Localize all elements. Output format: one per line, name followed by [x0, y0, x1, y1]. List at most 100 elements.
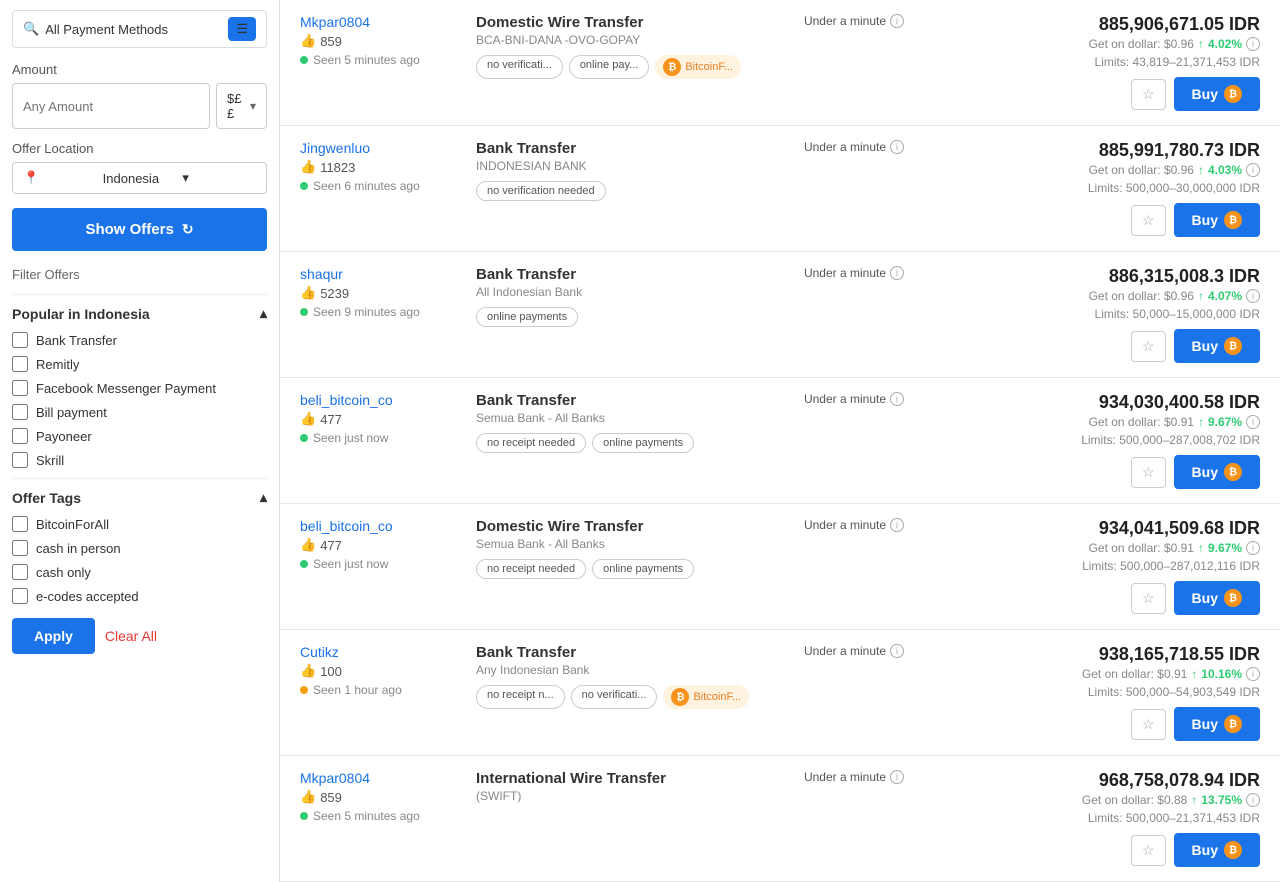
popular-checkbox[interactable] [12, 332, 28, 348]
buy-button[interactable]: Buy ₿ [1174, 77, 1260, 111]
location-dropdown[interactable]: 📍 Indonesia ▾ [12, 162, 267, 194]
limits-text: Limits: 500,000–30,000,000 IDR [940, 181, 1260, 195]
show-offers-button[interactable]: Show Offers ↻ [12, 208, 267, 251]
price-main: 934,030,400.58 IDR [940, 392, 1260, 413]
seen-text: Seen 5 minutes ago [313, 809, 420, 823]
seller-name[interactable]: Cutikz [300, 644, 460, 660]
tag-checkbox[interactable] [12, 516, 28, 532]
seller-name[interactable]: shaqur [300, 266, 460, 282]
apply-button[interactable]: Apply [12, 618, 95, 654]
buy-button[interactable]: Buy ₿ [1174, 455, 1260, 489]
arrow-up-icon: ↑ [1198, 163, 1204, 177]
method-name: Domestic Wire Transfer [476, 518, 768, 535]
method-column: Domestic Wire Transfer Semua Bank - All … [476, 518, 768, 579]
speed-info-icon[interactable]: i [890, 392, 904, 406]
popular-checkbox[interactable] [12, 356, 28, 372]
price-main: 934,041,509.68 IDR [940, 518, 1260, 539]
method-column: International Wire Transfer (SWIFT) [476, 770, 768, 811]
star-button[interactable]: ☆ [1131, 331, 1166, 362]
buy-btn-row: ☆ Buy ₿ [940, 77, 1260, 111]
star-button[interactable]: ☆ [1131, 79, 1166, 110]
price-sub: Get on dollar: $0.91 ↑ 9.67% i [940, 415, 1260, 429]
popular-checkbox-item[interactable]: Facebook Messenger Payment [12, 380, 267, 396]
seen-time: Seen 1 hour ago [300, 683, 460, 697]
popular-section-header[interactable]: Popular in Indonesia ▴ [12, 305, 267, 322]
buy-button[interactable]: Buy ₿ [1174, 203, 1260, 237]
speed-text: Under a minute [804, 518, 886, 532]
buy-button[interactable]: Buy ₿ [1174, 329, 1260, 363]
speed-info-icon[interactable]: i [890, 140, 904, 154]
speed-info-icon[interactable]: i [890, 14, 904, 28]
online-dot [300, 812, 308, 820]
price-info-icon[interactable]: i [1246, 541, 1260, 555]
popular-checkbox-item[interactable]: Remitly [12, 356, 267, 372]
price-info-icon[interactable]: i [1246, 793, 1260, 807]
show-offers-label: Show Offers [85, 221, 173, 238]
seller-name[interactable]: Mkpar0804 [300, 770, 460, 786]
seen-time: Seen just now [300, 431, 460, 445]
price-info-icon[interactable]: i [1246, 37, 1260, 51]
tag-item-label: BitcoinForAll [36, 517, 109, 532]
buy-button[interactable]: Buy ₿ [1174, 707, 1260, 741]
tag-checkbox[interactable] [12, 564, 28, 580]
popular-checkbox-item[interactable]: Bill payment [12, 404, 267, 420]
popular-checkbox[interactable] [12, 428, 28, 444]
limits-text: Limits: 500,000–287,008,702 IDR [940, 433, 1260, 447]
buy-button[interactable]: Buy ₿ [1174, 581, 1260, 615]
tag-checkbox-item[interactable]: cash only [12, 564, 267, 580]
tag-checkbox[interactable] [12, 540, 28, 556]
speed-label: Under a minute i [804, 140, 904, 154]
buy-button[interactable]: Buy ₿ [1174, 833, 1260, 867]
filter-icon-button[interactable]: ☰ [228, 17, 256, 41]
currency-select[interactable]: $££ ▾ [216, 83, 267, 129]
speed-info-icon[interactable]: i [890, 644, 904, 658]
clear-all-button[interactable]: Clear All [105, 628, 157, 644]
speed-column: Under a minute i [784, 266, 924, 280]
method-detail: Semua Bank - All Banks [476, 537, 768, 551]
tag-checkbox-item[interactable]: BitcoinForAll [12, 516, 267, 532]
offer-tag: no receipt needed [476, 559, 586, 579]
price-info-icon[interactable]: i [1246, 163, 1260, 177]
offer-tags-header[interactable]: Offer Tags ▴ [12, 489, 267, 506]
speed-info-icon[interactable]: i [890, 518, 904, 532]
popular-checkbox[interactable] [12, 404, 28, 420]
popular-checkbox-item[interactable]: Bank Transfer [12, 332, 267, 348]
location-label: Offer Location [12, 141, 267, 156]
seller-name[interactable]: Mkpar0804 [300, 14, 460, 30]
popular-checkbox[interactable] [12, 380, 28, 396]
arrow-up-icon: ↑ [1191, 793, 1197, 807]
online-dot [300, 308, 308, 316]
seller-likes: 👍 100 [300, 663, 460, 679]
seller-name[interactable]: beli_bitcoin_co [300, 518, 460, 534]
price-info-icon[interactable]: i [1246, 415, 1260, 429]
star-button[interactable]: ☆ [1131, 583, 1166, 614]
arrow-up-icon: ↑ [1198, 289, 1204, 303]
seller-name[interactable]: beli_bitcoin_co [300, 392, 460, 408]
price-info-icon[interactable]: i [1246, 289, 1260, 303]
filter-icon: ☰ [236, 21, 248, 37]
star-button[interactable]: ☆ [1131, 205, 1166, 236]
speed-text: Under a minute [804, 770, 886, 784]
offer-row: Mkpar0804 👍 859 Seen 5 minutes ago Domes… [280, 0, 1280, 126]
star-button[interactable]: ☆ [1131, 835, 1166, 866]
tag-checkbox[interactable] [12, 588, 28, 604]
price-info-icon[interactable]: i [1246, 667, 1260, 681]
price-main: 938,165,718.55 IDR [940, 644, 1260, 665]
popular-checkbox-item[interactable]: Skrill [12, 452, 267, 468]
speed-info-icon[interactable]: i [890, 266, 904, 280]
tag-checkbox-item[interactable]: cash in person [12, 540, 267, 556]
amount-input[interactable] [12, 83, 210, 129]
seller-name[interactable]: Jingwenluo [300, 140, 460, 156]
payment-method-bar[interactable]: 🔍 All Payment Methods ☰ [12, 10, 267, 48]
get-on-dollar: Get on dollar: $0.91 [1089, 541, 1194, 555]
popular-section-label: Popular in Indonesia [12, 306, 150, 322]
popular-checkbox[interactable] [12, 452, 28, 468]
tag-checkbox-item[interactable]: e-codes accepted [12, 588, 267, 604]
star-button[interactable]: ☆ [1131, 709, 1166, 740]
get-on-dollar: Get on dollar: $0.88 [1082, 793, 1187, 807]
tags-container: no verificati...online pay...₿BitcoinF..… [476, 55, 768, 79]
star-button[interactable]: ☆ [1131, 457, 1166, 488]
popular-checkbox-item[interactable]: Payoneer [12, 428, 267, 444]
speed-info-icon[interactable]: i [890, 770, 904, 784]
chevron-down-icon: ▾ [250, 99, 256, 113]
